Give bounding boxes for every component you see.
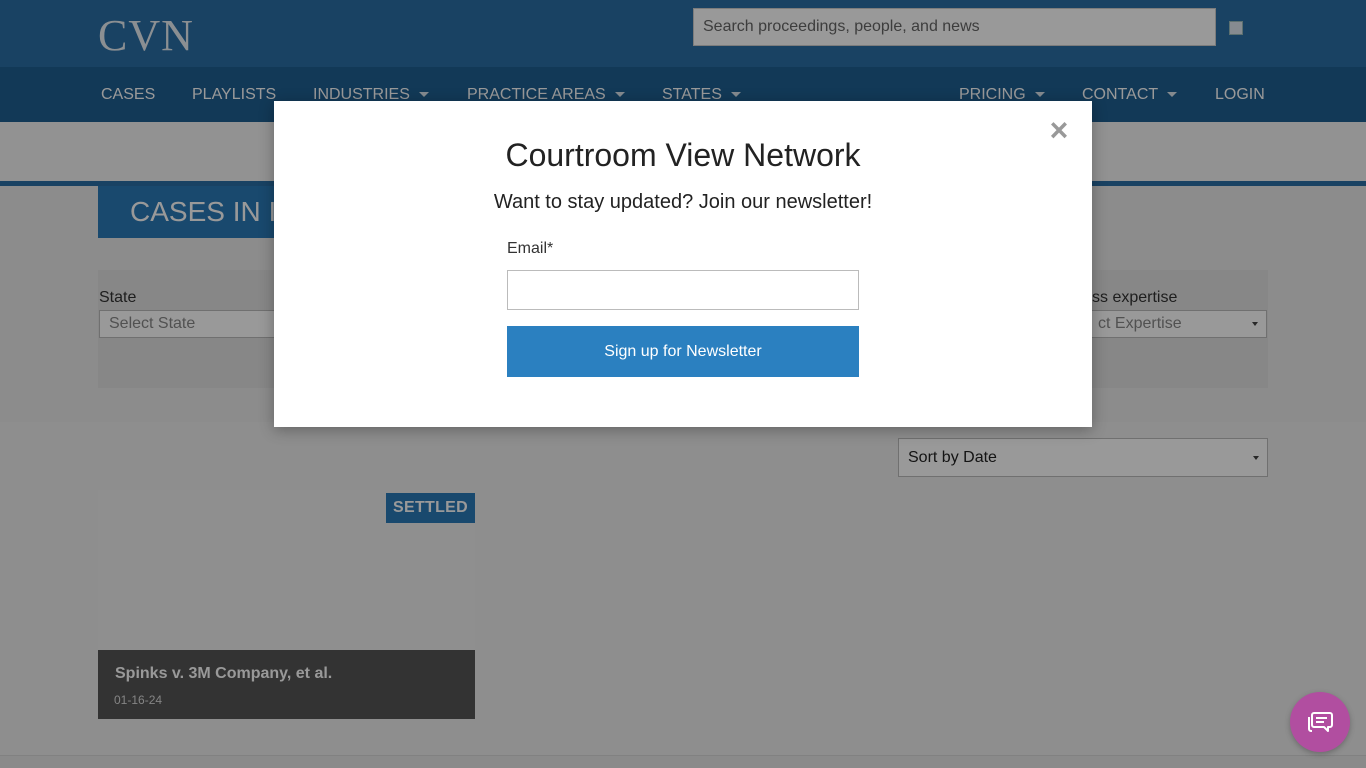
email-label: Email*	[507, 240, 554, 257]
chat-button[interactable]	[1290, 692, 1350, 752]
modal-title: Courtroom View Network	[505, 137, 861, 173]
modal-subtitle: Want to stay updated? Join our newslette…	[493, 191, 873, 213]
email-field[interactable]	[507, 270, 859, 310]
newsletter-modal: × Courtroom View Network Want to stay up…	[274, 101, 1092, 427]
chat-bubble-icon	[1308, 712, 1333, 732]
signup-newsletter-button[interactable]: Sign up for Newsletter	[507, 326, 859, 377]
